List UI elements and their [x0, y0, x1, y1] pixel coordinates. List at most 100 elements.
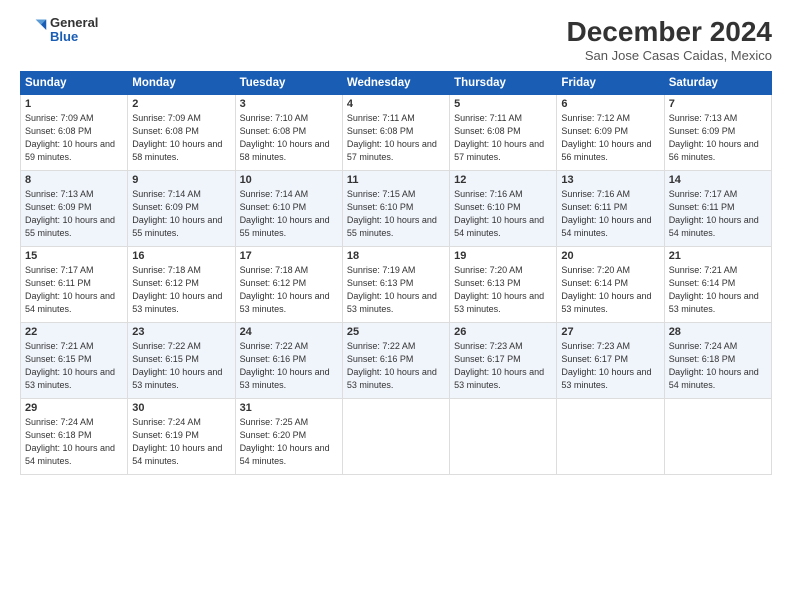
table-row: 6Sunrise: 7:12 AMSunset: 6:09 PMDaylight… [557, 95, 664, 171]
day-info: Sunrise: 7:22 AMSunset: 6:16 PMDaylight:… [240, 340, 338, 392]
header-wednesday: Wednesday [342, 72, 449, 95]
table-row: 1 Sunrise: 7:09 AMSunset: 6:08 PMDaylight… [21, 95, 128, 171]
day-number: 25 [347, 326, 445, 338]
table-row [557, 399, 664, 475]
header-saturday: Saturday [664, 72, 771, 95]
day-number: 9 [132, 174, 230, 186]
logo-general-text: General [50, 16, 98, 30]
table-row: 31 Sunrise: 7:25 AMSunset: 6:20 PMDayligh… [235, 399, 342, 475]
calendar-page: General Blue December 2024 San Jose Casa… [0, 0, 792, 612]
week-row-2: 8Sunrise: 7:13 AMSunset: 6:09 PMDaylight… [21, 171, 772, 247]
day-info: Sunrise: 7:15 AMSunset: 6:10 PMDaylight:… [347, 188, 445, 240]
day-info: Sunrise: 7:14 AMSunset: 6:10 PMDaylight:… [240, 188, 338, 240]
day-number: 12 [454, 174, 552, 186]
day-number: 4 [347, 98, 445, 110]
day-info: Sunrise: 7:11 AMSunset: 6:08 PMDaylight:… [454, 112, 552, 164]
table-row: 15 Sunrise: 7:17 AMSunset: 6:11 PMDayligh… [21, 247, 128, 323]
day-number: 16 [132, 250, 230, 262]
table-row: 25Sunrise: 7:22 AMSunset: 6:16 PMDayligh… [342, 323, 449, 399]
header-sunday: Sunday [21, 72, 128, 95]
day-info: Sunrise: 7:22 AMSunset: 6:15 PMDaylight:… [132, 340, 230, 392]
day-info: Sunrise: 7:18 AMSunset: 6:12 PMDaylight:… [132, 264, 230, 316]
day-info: Sunrise: 7:24 AMSunset: 6:18 PMDaylight:… [669, 340, 767, 392]
header-row: Sunday Monday Tuesday Wednesday Thursday… [21, 72, 772, 95]
day-number: 24 [240, 326, 338, 338]
day-number: 10 [240, 174, 338, 186]
table-row: 5Sunrise: 7:11 AMSunset: 6:08 PMDaylight… [450, 95, 557, 171]
day-number: 7 [669, 98, 767, 110]
table-row: 7 Sunrise: 7:13 AMSunset: 6:09 PMDaylight… [664, 95, 771, 171]
day-number: 28 [669, 326, 767, 338]
week-row-5: 29Sunrise: 7:24 AMSunset: 6:18 PMDayligh… [21, 399, 772, 475]
header: General Blue December 2024 San Jose Casa… [20, 16, 772, 63]
day-info: Sunrise: 7:23 AMSunset: 6:17 PMDaylight:… [561, 340, 659, 392]
table-row: 19Sunrise: 7:20 AMSunset: 6:13 PMDayligh… [450, 247, 557, 323]
table-row [450, 399, 557, 475]
day-info: Sunrise: 7:17 AMSunset: 6:11 PMDaylight:… [25, 264, 123, 316]
table-row [342, 399, 449, 475]
day-number: 20 [561, 250, 659, 262]
day-info: Sunrise: 7:16 AMSunset: 6:10 PMDaylight:… [454, 188, 552, 240]
table-row: 16 Sunrise: 7:18 AMSunset: 6:12 PMDayligh… [128, 247, 235, 323]
day-number: 21 [669, 250, 767, 262]
day-number: 27 [561, 326, 659, 338]
day-info: Sunrise: 7:17 AMSunset: 6:11 PMDaylight:… [669, 188, 767, 240]
day-info: Sunrise: 7:21 AMSunset: 6:15 PMDaylight:… [25, 340, 123, 392]
subtitle: San Jose Casas Caidas, Mexico [567, 48, 772, 63]
day-info: Sunrise: 7:09 AMSunset: 6:08 PMDaylight:… [25, 112, 123, 164]
day-number: 13 [561, 174, 659, 186]
table-row: 14 Sunrise: 7:17 AMSunset: 6:11 PMDayligh… [664, 171, 771, 247]
day-number: 18 [347, 250, 445, 262]
table-row: 17Sunrise: 7:18 AMSunset: 6:12 PMDayligh… [235, 247, 342, 323]
day-number: 19 [454, 250, 552, 262]
table-row: 3Sunrise: 7:10 AMSunset: 6:08 PMDaylight… [235, 95, 342, 171]
logo-icon [20, 16, 48, 44]
week-row-1: 1 Sunrise: 7:09 AMSunset: 6:08 PMDaylight… [21, 95, 772, 171]
day-info: Sunrise: 7:12 AMSunset: 6:09 PMDaylight:… [561, 112, 659, 164]
table-row [664, 399, 771, 475]
day-number: 11 [347, 174, 445, 186]
day-number: 23 [132, 326, 230, 338]
day-info: Sunrise: 7:21 AMSunset: 6:14 PMDaylight:… [669, 264, 767, 316]
table-row: 10 Sunrise: 7:14 AMSunset: 6:10 PMDayligh… [235, 171, 342, 247]
day-number: 14 [669, 174, 767, 186]
day-number: 26 [454, 326, 552, 338]
table-row: 11 Sunrise: 7:15 AMSunset: 6:10 PMDayligh… [342, 171, 449, 247]
day-number: 31 [240, 402, 338, 414]
day-info: Sunrise: 7:16 AMSunset: 6:11 PMDaylight:… [561, 188, 659, 240]
table-row: 27 Sunrise: 7:23 AMSunset: 6:17 PMDayligh… [557, 323, 664, 399]
header-monday: Monday [128, 72, 235, 95]
day-info: Sunrise: 7:13 AMSunset: 6:09 PMDaylight:… [669, 112, 767, 164]
main-title: December 2024 [567, 16, 772, 48]
calendar-table: Sunday Monday Tuesday Wednesday Thursday… [20, 71, 772, 475]
header-tuesday: Tuesday [235, 72, 342, 95]
day-info: Sunrise: 7:19 AMSunset: 6:13 PMDaylight:… [347, 264, 445, 316]
day-number: 1 [25, 98, 123, 110]
day-info: Sunrise: 7:24 AMSunset: 6:18 PMDaylight:… [25, 416, 123, 468]
day-info: Sunrise: 7:20 AMSunset: 6:14 PMDaylight:… [561, 264, 659, 316]
table-row: 22Sunrise: 7:21 AMSunset: 6:15 PMDayligh… [21, 323, 128, 399]
logo-text: General Blue [50, 16, 98, 45]
logo-blue-text: Blue [50, 30, 98, 44]
day-info: Sunrise: 7:09 AMSunset: 6:08 PMDaylight:… [132, 112, 230, 164]
day-number: 15 [25, 250, 123, 262]
table-row: 20 Sunrise: 7:20 AMSunset: 6:14 PMDayligh… [557, 247, 664, 323]
table-row: 24 Sunrise: 7:22 AMSunset: 6:16 PMDayligh… [235, 323, 342, 399]
day-number: 3 [240, 98, 338, 110]
week-row-3: 15 Sunrise: 7:17 AMSunset: 6:11 PMDayligh… [21, 247, 772, 323]
table-row: 26 Sunrise: 7:23 AMSunset: 6:17 PMDayligh… [450, 323, 557, 399]
table-row: 8Sunrise: 7:13 AMSunset: 6:09 PMDaylight… [21, 171, 128, 247]
table-row: 30Sunrise: 7:24 AMSunset: 6:19 PMDayligh… [128, 399, 235, 475]
table-row: 23 Sunrise: 7:22 AMSunset: 6:15 PMDayligh… [128, 323, 235, 399]
header-friday: Friday [557, 72, 664, 95]
day-info: Sunrise: 7:23 AMSunset: 6:17 PMDaylight:… [454, 340, 552, 392]
table-row: 9Sunrise: 7:14 AMSunset: 6:09 PMDaylight… [128, 171, 235, 247]
title-area: December 2024 San Jose Casas Caidas, Mex… [567, 16, 772, 63]
day-info: Sunrise: 7:11 AMSunset: 6:08 PMDaylight:… [347, 112, 445, 164]
day-info: Sunrise: 7:18 AMSunset: 6:12 PMDaylight:… [240, 264, 338, 316]
table-row: 12 Sunrise: 7:16 AMSunset: 6:10 PMDayligh… [450, 171, 557, 247]
table-row: 21 Sunrise: 7:21 AMSunset: 6:14 PMDayligh… [664, 247, 771, 323]
logo: General Blue [20, 16, 98, 45]
day-info: Sunrise: 7:25 AMSunset: 6:20 PMDaylight:… [240, 416, 338, 468]
header-thursday: Thursday [450, 72, 557, 95]
